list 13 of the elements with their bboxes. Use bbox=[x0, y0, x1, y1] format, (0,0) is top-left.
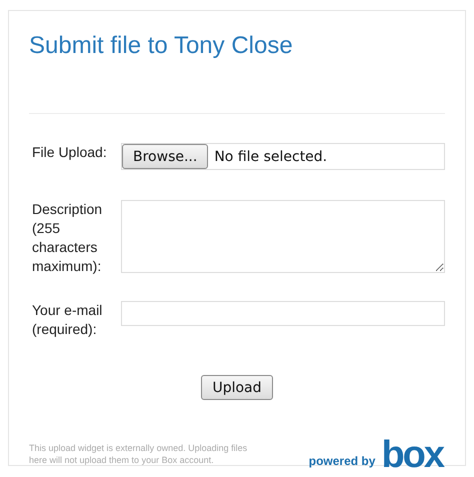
field-label: Description (255 characters maximum): bbox=[31, 200, 104, 276]
file-status: No file selected. bbox=[214, 148, 328, 164]
upload-button[interactable]: Upload bbox=[201, 375, 273, 400]
browse-button[interactable]: Browse... bbox=[122, 144, 208, 169]
notice-text: This upload widget is externally owned. Uploading files here will not upload them to your Box account. bbox=[29, 442, 248, 466]
page-title: Submit file to Tony Close bbox=[29, 31, 294, 61]
logo: box bbox=[381, 440, 443, 470]
powered-by-text: powered by bbox=[308, 454, 376, 468]
description-field[interactable] bbox=[121, 200, 445, 273]
field-label: Your e-mail (required): bbox=[31, 301, 104, 339]
field-label: File Upload: bbox=[31, 143, 108, 162]
file-input[interactable]: Browse... No file selected. bbox=[121, 143, 445, 170]
email-field[interactable] bbox=[121, 301, 445, 326]
